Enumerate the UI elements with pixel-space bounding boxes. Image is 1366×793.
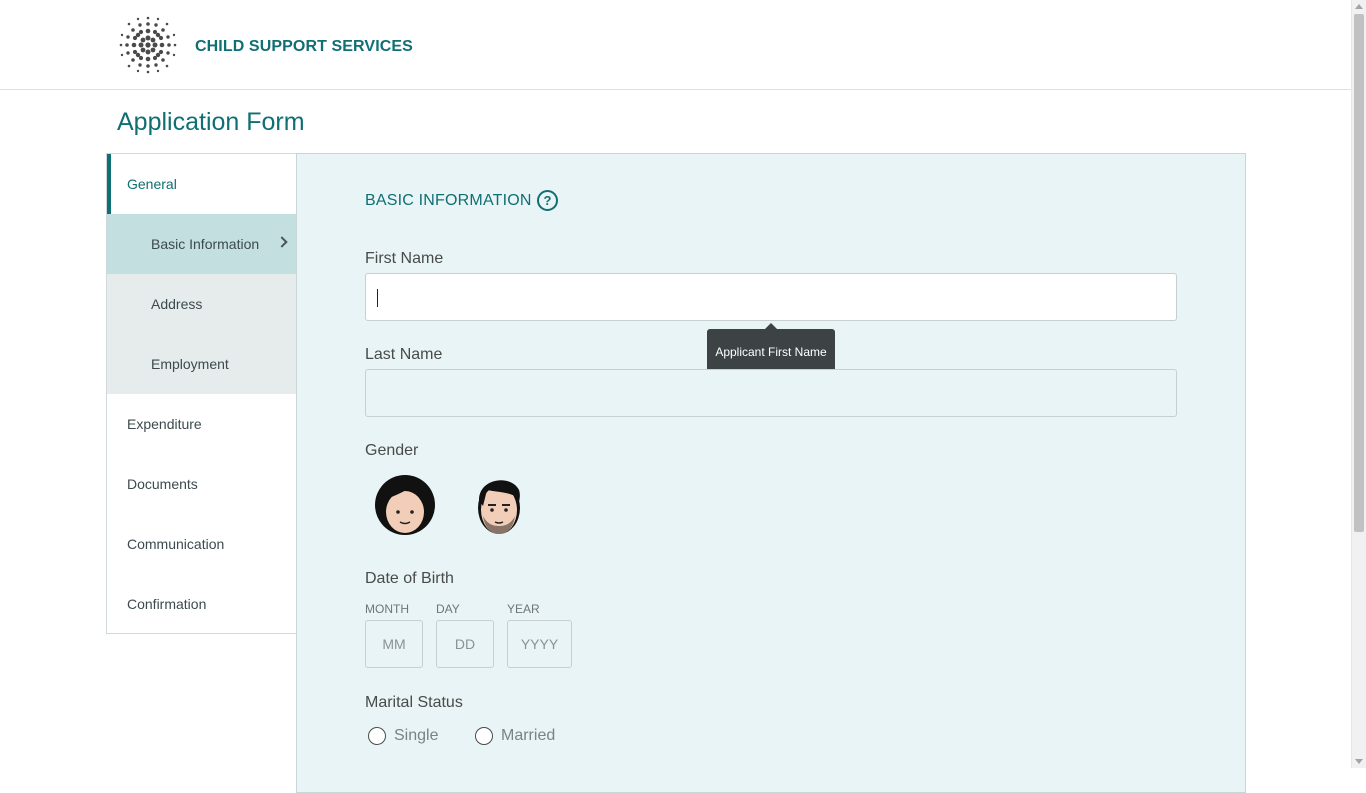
single-radio[interactable] [368,727,386,745]
dob-day-field[interactable]: DD [436,620,494,668]
sidebar-item-address[interactable]: Address [107,274,296,334]
form-panel: BASIC INFORMATION ? First Name Applicant… [296,153,1246,793]
sidebar-item-label: Basic Information [151,236,260,252]
sidebar-item-confirmation[interactable]: Confirmation [107,574,296,634]
sidebar-item-label: Communication [127,536,225,552]
sidebar-item-label: Confirmation [127,596,207,612]
scroll-up-arrow-icon[interactable] [1355,4,1363,9]
sidebar-item-label: Address [151,296,203,312]
last-name-field[interactable] [365,369,1177,417]
dob-label: Date of Birth [365,570,454,587]
marital-status-label: Marital Status [365,694,463,711]
brand-name: CHILD SUPPORT SERVICES [195,38,413,55]
dob-month-field[interactable]: MM [365,620,423,668]
sidebar-item-documents[interactable]: Documents [107,454,296,514]
sidebar-item-label: Employment [151,356,229,372]
married-radio-label[interactable]: Married [501,727,555,745]
sidebar-item-general[interactable]: General [107,154,296,214]
sidebar-item-expenditure[interactable]: Expenditure [107,394,296,454]
scrollbar-thumb[interactable] [1354,14,1364,532]
dob-year-label: YEAR [507,602,540,616]
single-radio-label[interactable]: Single [394,727,438,745]
first-name-label: First Name [365,250,444,267]
dob-month-label: MONTH [365,602,409,616]
dob-year-field[interactable]: YYYY [507,620,572,668]
sidebar-nav: General Basic Information Address Employ… [106,153,296,634]
sidebar-item-employment[interactable]: Employment [107,334,296,394]
sidebar-item-communication[interactable]: Communication [107,514,296,574]
last-name-label: Last Name [365,346,443,363]
section-title: BASIC INFORMATION [365,192,532,209]
scroll-down-arrow-icon[interactable] [1355,759,1363,764]
dob-day-label: DAY [436,602,460,616]
sidebar-item-label: Documents [127,476,198,492]
help-icon[interactable]: ? [537,190,558,211]
text-cursor [377,289,378,307]
female-avatar-icon[interactable] [373,472,437,538]
married-radio[interactable] [475,727,493,745]
male-avatar-icon[interactable] [467,472,531,538]
page-scrollbar[interactable] [1351,0,1366,768]
sidebar-item-basic-information[interactable]: Basic Information [107,214,296,274]
chevron-right-icon [276,236,288,248]
first-name-field[interactable] [365,273,1177,321]
top-header: CHILD SUPPORT SERVICES [0,0,1351,90]
gender-label: Gender [365,442,419,459]
sidebar-item-label: General [127,176,177,192]
sidebar-item-label: Expenditure [127,416,202,432]
dotted-globe-logo-icon [119,16,177,74]
page-title: Application Form [117,108,305,136]
